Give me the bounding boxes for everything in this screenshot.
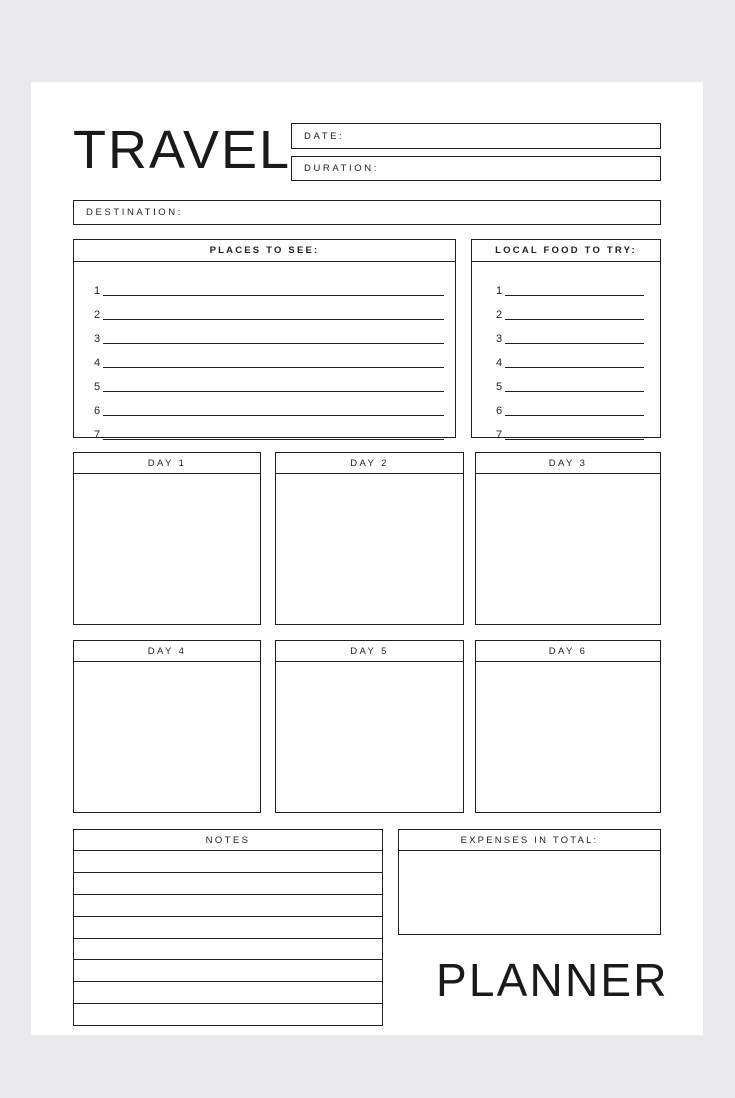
notes-line[interactable]: [74, 895, 382, 917]
destination-field[interactable]: DESTINATION:: [73, 200, 661, 225]
local-food-rows: 1 2 3 4 5 6 7: [472, 262, 660, 441]
date-field[interactable]: DATE:: [291, 123, 661, 149]
write-line[interactable]: [103, 343, 444, 344]
list-item-number: 2: [94, 309, 101, 321]
local-food-heading: LOCAL FOOD TO TRY:: [495, 245, 637, 256]
day-box-4-label: DAY 4: [147, 645, 187, 657]
day-box-4-header: DAY 4: [74, 641, 260, 662]
write-line[interactable]: [103, 295, 444, 296]
notes-line[interactable]: [74, 851, 382, 873]
duration-field-label: DURATION:: [304, 163, 379, 174]
places-to-see-header: PLACES TO SEE:: [74, 240, 455, 262]
day-box-3-header: DAY 3: [476, 453, 660, 474]
write-line[interactable]: [505, 439, 644, 440]
write-line[interactable]: [505, 343, 644, 344]
list-item-number: 3: [496, 333, 503, 345]
list-item[interactable]: 1: [472, 274, 660, 298]
notes-line[interactable]: [74, 982, 382, 1005]
list-item-number: 4: [94, 357, 101, 369]
day-box-2-body[interactable]: [276, 474, 463, 624]
list-item-number: 5: [94, 381, 101, 393]
list-item-number: 6: [94, 405, 101, 417]
planner-wordmark: PLANNER: [436, 954, 669, 1006]
list-item[interactable]: 2: [472, 298, 660, 322]
write-line[interactable]: [103, 319, 444, 320]
notes-line[interactable]: [74, 1004, 382, 1025]
list-item[interactable]: 4: [74, 346, 455, 370]
day-box-2[interactable]: DAY 2: [275, 452, 464, 625]
places-to-see-heading: PLACES TO SEE:: [209, 245, 320, 256]
notes-line[interactable]: [74, 960, 382, 983]
expenses-input-area[interactable]: [399, 851, 660, 934]
date-field-label: DATE:: [304, 130, 345, 142]
list-item-number: 3: [94, 333, 101, 345]
notes-line[interactable]: [74, 917, 382, 939]
day-box-6-label: DAY 6: [548, 645, 588, 657]
destination-field-label: DESTINATION:: [86, 207, 183, 218]
expenses-heading: EXPENSES IN TOTAL:: [460, 834, 599, 846]
list-item[interactable]: 3: [472, 322, 660, 346]
write-line[interactable]: [505, 391, 644, 392]
day-box-1-label: DAY 1: [147, 457, 187, 469]
day-box-2-header: DAY 2: [276, 453, 463, 474]
list-item-number: 4: [496, 357, 503, 369]
day-box-1-body[interactable]: [74, 474, 260, 624]
write-line[interactable]: [103, 415, 444, 416]
list-item[interactable]: 5: [74, 370, 455, 394]
places-to-see-rows: 1 2 3 4 5 6 7: [74, 262, 455, 441]
day-box-3[interactable]: DAY 3: [475, 452, 661, 625]
day-box-3-label: DAY 3: [548, 457, 588, 469]
write-line[interactable]: [505, 319, 644, 320]
list-item[interactable]: 2: [74, 298, 455, 322]
notes-panel: NOTES: [73, 829, 383, 1026]
day-box-6[interactable]: DAY 6: [475, 640, 661, 813]
day-box-4-body[interactable]: [74, 662, 260, 812]
list-item[interactable]: 6: [74, 394, 455, 418]
write-line[interactable]: [505, 415, 644, 416]
expenses-panel: EXPENSES IN TOTAL:: [398, 829, 661, 935]
list-item-number: 2: [496, 309, 503, 321]
notes-line[interactable]: [74, 873, 382, 895]
notes-line[interactable]: [74, 939, 382, 961]
write-line[interactable]: [103, 439, 444, 440]
list-item-number: 5: [496, 381, 503, 393]
list-item[interactable]: 6: [472, 394, 660, 418]
planner-page: TRAVEL DATE: DURATION: DESTINATION: PLAC…: [31, 82, 703, 1035]
local-food-panel: LOCAL FOOD TO TRY: 1 2 3 4 5 6 7: [471, 239, 661, 441]
day-box-5-label: DAY 5: [350, 645, 389, 657]
day-box-1[interactable]: DAY 1: [73, 452, 261, 625]
list-item-number: 7: [496, 429, 503, 441]
expenses-header: EXPENSES IN TOTAL:: [399, 830, 660, 851]
list-item[interactable]: 7: [472, 418, 660, 442]
day-box-6-body[interactable]: [476, 662, 660, 812]
day-box-4[interactable]: DAY 4: [73, 640, 261, 813]
local-food-header: LOCAL FOOD TO TRY:: [472, 240, 660, 262]
write-line[interactable]: [103, 391, 444, 392]
list-item-number: 6: [496, 405, 503, 417]
list-item[interactable]: 3: [74, 322, 455, 346]
list-item[interactable]: 1: [74, 274, 455, 298]
list-item[interactable]: 5: [472, 370, 660, 394]
page-title: TRAVEL: [73, 120, 292, 180]
day-box-5-body[interactable]: [276, 662, 463, 812]
duration-field[interactable]: DURATION:: [291, 156, 661, 181]
write-line[interactable]: [505, 295, 644, 296]
list-item-number: 1: [94, 285, 101, 297]
list-item[interactable]: 4: [472, 346, 660, 370]
notes-lines: [74, 851, 382, 1025]
places-to-see-panel: PLACES TO SEE: 1 2 3 4 5 6 7: [73, 239, 456, 441]
day-box-2-label: DAY 2: [350, 457, 389, 469]
notes-header: NOTES: [74, 830, 382, 851]
day-box-6-header: DAY 6: [476, 641, 660, 662]
write-line[interactable]: [103, 367, 444, 368]
list-item-number: 1: [496, 285, 503, 297]
list-item[interactable]: 7: [74, 418, 455, 442]
list-item-number: 7: [94, 429, 101, 441]
write-line[interactable]: [505, 367, 644, 368]
day-box-5[interactable]: DAY 5: [275, 640, 464, 813]
day-box-5-header: DAY 5: [276, 641, 463, 662]
notes-heading: NOTES: [205, 834, 251, 846]
day-box-1-header: DAY 1: [74, 453, 260, 474]
day-box-3-body[interactable]: [476, 474, 660, 624]
